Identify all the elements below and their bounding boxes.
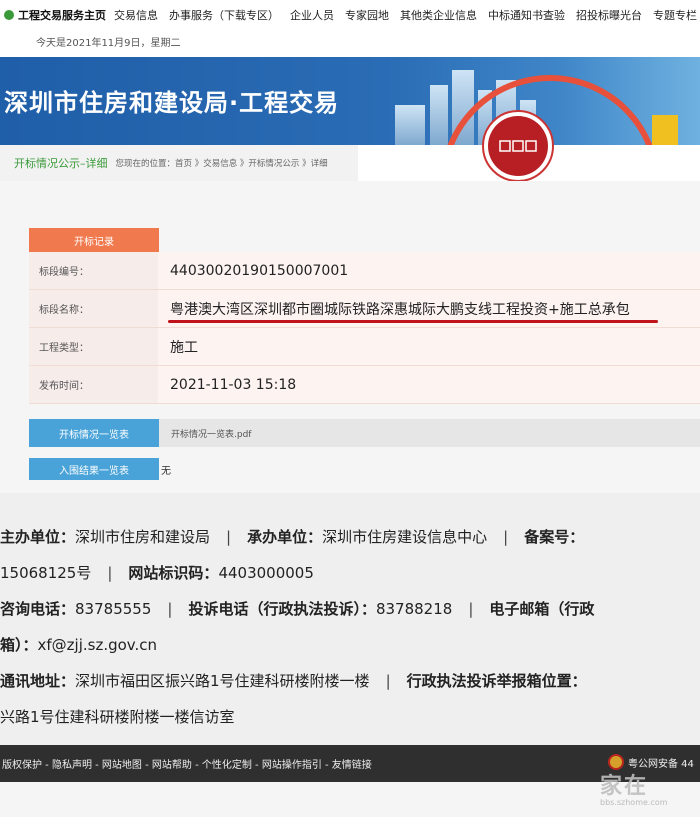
nav-item-award-check[interactable]: 中标通知书查验 — [488, 7, 565, 23]
highlight-underline — [168, 320, 658, 323]
main-content: 开标记录 标段编号： 44030020190150007001 标段名称： 粤港… — [0, 181, 700, 493]
row-value: 粤港澳大湾区深圳都市圈城际铁路深惠城际大鹏支线工程投资+施工总承包 — [170, 301, 630, 318]
nav-item-other-companies[interactable]: 其他类企业信息 — [400, 7, 477, 23]
organizer: 深圳市住房和建设局 — [75, 528, 211, 546]
undertaker: 深圳市住房建设信息中心 — [322, 528, 488, 546]
seal-icon — [499, 140, 537, 152]
icp-label: 备案号： — [524, 528, 585, 546]
consult-label: 咨询电话： — [0, 600, 76, 618]
nav-item-experts[interactable]: 专家园地 — [345, 7, 389, 23]
banner: 深圳市住房和建设局·工程交易 — [0, 57, 700, 145]
footer-info: 主办单位：深圳市住房和建设局 | 承办单位：深圳市住房建设信息中心 | 备案号： 150… — [0, 493, 700, 745]
footer-links[interactable]: 版权保护 - 隐私声明 - 网站地图 - 网站帮助 - 个性化定制 - 网站操作… — [0, 756, 372, 771]
nav-item-personnel[interactable]: 企业人员 — [290, 7, 334, 23]
seal-emblem — [488, 116, 548, 176]
complaint-label: 投诉电话（行政执法投诉）： — [188, 600, 376, 618]
row-value: 2021-11-03 15:18 — [158, 366, 700, 403]
footer-line-2: 15068125号 | 网站标识码：4403000005 — [0, 564, 314, 582]
footer-line-5: 通讯地址：深圳市福田区振兴路1号住建科研楼附楼一楼 | 行政执法投诉举报箱位置： — [0, 672, 587, 690]
attachment-file-link[interactable]: 开标情况一览表.pdf — [171, 427, 251, 440]
undertaker-label: 承办单位： — [247, 528, 323, 546]
footer-line-1: 主办单位：深圳市住房和建设局 | 承办单位：深圳市住房建设信息中心 | 备案号： — [0, 528, 585, 546]
footer-line-6: 兴路1号住建科研楼附楼一楼信访室 — [0, 706, 235, 727]
row-value: 施工 — [158, 328, 700, 365]
page-title: 开标情况公示–详细 — [14, 157, 108, 170]
result-row: 入围结果一览表 无 — [29, 458, 171, 480]
result-value: 无 — [161, 465, 171, 477]
breadcrumb: 开标情况公示–详细 您现在的位置：首页 》交易信息 》开标情况公示 》详细 — [0, 145, 358, 181]
top-nav: 工程交易服务主页 交易信息 办事服务（下载专区） 企业人员 专家园地 其他类企业… — [0, 0, 700, 30]
site-id-label: 网站标识码： — [128, 564, 219, 582]
home-icon — [4, 10, 14, 20]
email-label-cont: 箱）： — [0, 636, 38, 654]
nav-item-trade-info[interactable]: 交易信息 — [114, 7, 158, 23]
yellow-building — [652, 115, 678, 145]
row-label: 工程类型： — [29, 328, 158, 365]
row-label: 发布时间： — [29, 366, 158, 403]
bottom-bar: 版权保护 - 隐私声明 - 网站地图 - 网站帮助 - 个性化定制 - 网站操作… — [0, 745, 700, 782]
table-row: 标段编号： 44030020190150007001 — [29, 252, 700, 290]
attachment-row: 开标情况一览表 开标情况一览表.pdf — [29, 419, 700, 447]
complaint-phone: 83788218 — [375, 600, 453, 618]
organizer-label: 主办单位： — [0, 528, 76, 546]
row-value-wrap: 粤港澳大湾区深圳都市圈城际铁路深惠城际大鹏支线工程投资+施工总承包 — [158, 290, 700, 327]
address-label: 通讯地址： — [0, 672, 76, 690]
building-shape — [430, 85, 448, 145]
shortlist-button[interactable]: 入围结果一览表 — [29, 458, 159, 480]
breadcrumb-path[interactable]: 您现在的位置：首页 》交易信息 》开标情况公示 》详细 — [116, 157, 328, 169]
table-row: 发布时间： 2021-11-03 15:18 — [29, 366, 700, 404]
watermark-main: 家在 — [600, 774, 649, 799]
banner-title: 深圳市住房和建设局·工程交易 — [4, 89, 340, 117]
tab-bid-record[interactable]: 开标记录 — [29, 228, 159, 252]
breadcrumb-bar: 开标情况公示–详细 您现在的位置：首页 》交易信息 》开标情况公示 》详细 — [0, 145, 700, 181]
complaint-box-location: 兴路1号住建科研楼附楼一楼信访室 — [0, 708, 235, 726]
table-row: 工程类型： 施工 — [29, 328, 700, 366]
consult-phone: 83785555 — [75, 600, 152, 618]
address: 深圳市福田区振兴路1号住建科研楼附楼一楼 — [75, 672, 370, 690]
row-value: 44030020190150007001 — [158, 252, 700, 289]
footer-line-4: 箱）：xf@zjj.sz.gov.cn — [0, 634, 157, 655]
verification-seal[interactable] — [482, 110, 554, 182]
nav-item-exposure[interactable]: 招投标曝光台 — [576, 7, 642, 23]
record-table: 标段编号： 44030020190150007001 标段名称： 粤港澳大湾区深… — [29, 252, 700, 404]
email-link[interactable]: xf@zjj.sz.gov.cn — [38, 636, 158, 654]
row-label: 标段名称： — [29, 290, 158, 327]
bid-summary-button[interactable]: 开标情况一览表 — [29, 419, 159, 447]
table-row: 标段名称： 粤港澳大湾区深圳都市圈城际铁路深惠城际大鹏支线工程投资+施工总承包 — [29, 290, 700, 328]
icp-number: 15068125号 — [0, 564, 92, 582]
bottom-blank — [0, 782, 700, 817]
footer-line-3: 咨询电话：83785555 | 投诉电话（行政执法投诉）：83788218 | 电子邮箱… — [0, 600, 595, 618]
building-shape — [395, 105, 425, 145]
date-line: 今天是2021年11月9日，星期二 — [36, 38, 181, 49]
complaint-box-label: 行政执法投诉举报箱位置： — [406, 672, 587, 690]
row-label: 标段编号： — [29, 252, 158, 289]
watermark-sub: bbs.szhome.com — [600, 798, 668, 807]
site-id: 4403000005 — [218, 564, 314, 582]
home-link[interactable]: 工程交易服务主页 — [0, 7, 106, 23]
email-label: 电子邮箱（行政 — [489, 600, 595, 618]
home-label: 工程交易服务主页 — [18, 9, 106, 22]
nav-item-services[interactable]: 办事服务（下载专区） — [169, 7, 279, 23]
nav-item-special[interactable]: 专题专栏 — [653, 7, 697, 23]
watermark: 家在 bbs.szhome.com — [600, 768, 668, 807]
